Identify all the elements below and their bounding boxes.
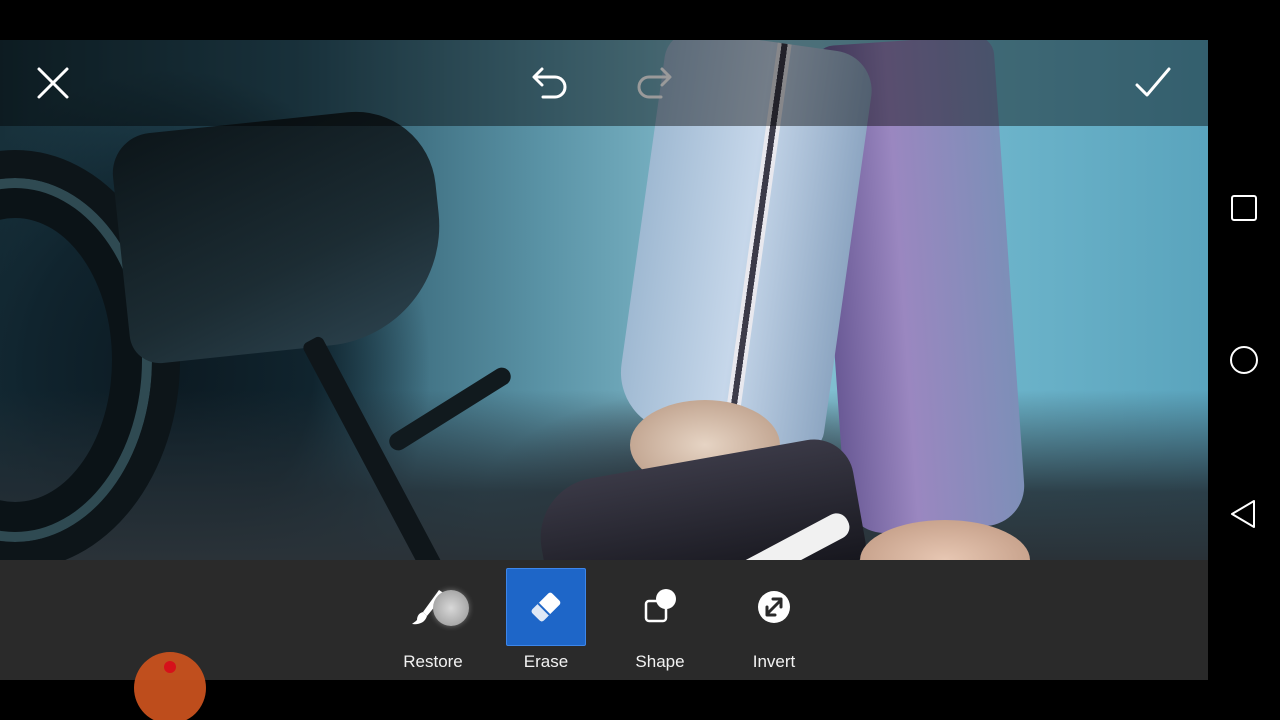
screen-recorder-bubble[interactable] <box>134 652 206 720</box>
invert-tool-label: Invert <box>752 652 796 671</box>
undo-icon <box>532 67 567 99</box>
photo-sneaker-sole <box>700 509 854 560</box>
shape-icon <box>644 589 676 623</box>
photo-editor-app: Restore Erase Shape Invert <box>0 0 1208 720</box>
invert-tool-icon-wrap <box>734 568 814 646</box>
redo-icon <box>637 67 672 99</box>
close-icon <box>37 67 69 99</box>
photo-motorbike-body <box>108 103 452 367</box>
shape-tool-button[interactable]: Shape <box>620 568 700 678</box>
restore-tool-button[interactable]: Restore <box>393 568 473 678</box>
invert-icon <box>758 591 790 623</box>
shape-tool-label: Shape <box>635 652 685 671</box>
square-icon <box>1231 195 1257 221</box>
recents-button[interactable] <box>1220 184 1268 232</box>
erase-tool-icon-wrap <box>506 568 586 646</box>
erase-tool-button[interactable]: Erase <box>506 568 586 678</box>
restore-tool-icon-wrap <box>393 568 473 646</box>
back-button[interactable] <box>1220 490 1268 538</box>
restore-tool-label: Restore <box>403 652 463 671</box>
close-button[interactable] <box>10 40 96 126</box>
brush-size-dot <box>433 590 469 626</box>
circle-icon <box>1230 346 1258 374</box>
home-button[interactable] <box>1220 336 1268 384</box>
top-toolbar <box>0 40 1208 126</box>
redo-button[interactable] <box>612 40 698 126</box>
triangle-back-icon <box>1231 500 1255 528</box>
record-dot-icon <box>164 661 176 673</box>
checkmark-icon <box>1135 67 1171 97</box>
done-button[interactable] <box>1110 40 1196 126</box>
eraser-icon <box>531 592 561 622</box>
android-navigation-bar <box>1208 0 1280 720</box>
undo-button[interactable] <box>506 40 592 126</box>
shape-tool-icon-wrap <box>620 568 700 646</box>
erase-tool-label: Erase <box>523 652 569 671</box>
invert-tool-button[interactable]: Invert <box>734 568 814 678</box>
